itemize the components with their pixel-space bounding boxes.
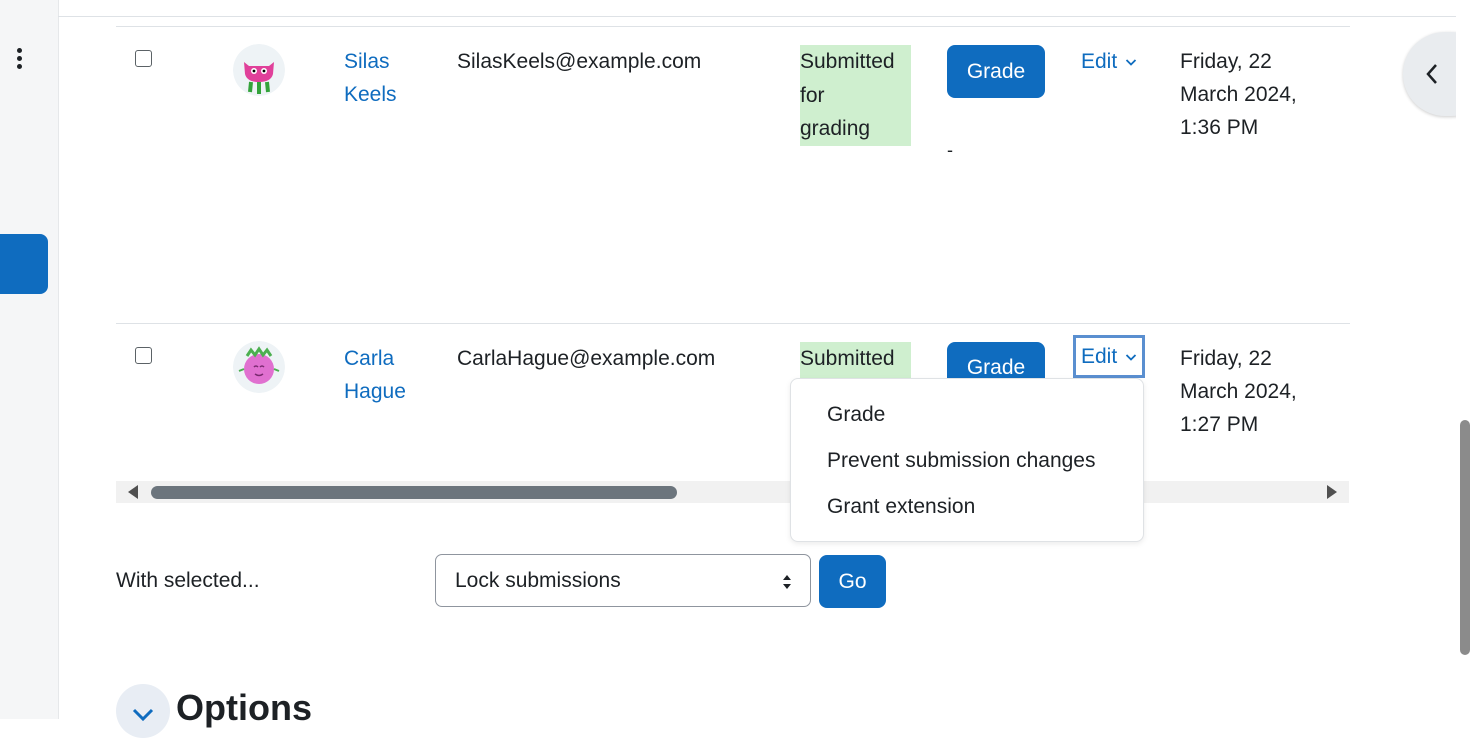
collapse-toggle[interactable]	[116, 684, 170, 738]
bulk-action-select[interactable]: Lock submissions	[435, 554, 811, 607]
table-horizontal-scrollbar[interactable]	[116, 481, 1349, 503]
first-name: Carla	[344, 347, 395, 370]
grade-button[interactable]: Grade	[947, 45, 1045, 98]
user-name-link[interactable]: Carla Hague	[344, 342, 406, 408]
edit-dropdown-menu: Grade Prevent submission changes Grant e…	[790, 378, 1144, 542]
last-modified: Friday, 22 March 2024, 1:27 PM	[1180, 342, 1297, 441]
date-line: Friday, 22	[1180, 50, 1272, 73]
last-modified: Friday, 22 March 2024, 1:36 PM	[1180, 45, 1297, 144]
row-checkbox[interactable]	[135, 50, 152, 67]
menu-item-grant-extension[interactable]: Grant extension	[827, 492, 975, 522]
last-name: Hague	[344, 380, 406, 403]
chevron-down-icon	[132, 708, 154, 722]
drawer-toggle-tab[interactable]	[0, 234, 48, 294]
status-text: for	[800, 83, 825, 107]
selected-option: Lock submissions	[455, 568, 621, 592]
scroll-thumb[interactable]	[151, 486, 677, 499]
avatar	[233, 341, 285, 393]
email: SilasKeels@example.com	[457, 50, 702, 73]
date-line: March 2024,	[1180, 380, 1297, 403]
kebab-menu-icon[interactable]	[12, 48, 26, 76]
avatar	[233, 44, 285, 96]
left-rail	[0, 0, 59, 719]
chevron-left-icon	[1426, 64, 1437, 84]
scroll-left-icon[interactable]	[128, 485, 138, 499]
section-title: Options	[176, 687, 312, 728]
date-line: 1:36 PM	[1180, 116, 1259, 139]
status-badge: Submitted for grading	[800, 45, 911, 146]
edit-menu-toggle[interactable]: Edit	[1081, 45, 1137, 78]
scroll-right-icon[interactable]	[1327, 485, 1337, 499]
status-badge: Submitted	[800, 342, 911, 378]
page-scroll-thumb[interactable]	[1460, 420, 1470, 655]
email: CarlaHague@example.com	[457, 347, 716, 370]
date-line: 1:27 PM	[1180, 413, 1259, 436]
with-selected-label: With selected...	[116, 569, 260, 592]
user-name-link[interactable]: Silas Keels	[344, 45, 397, 111]
divider	[58, 16, 1456, 17]
grade-button[interactable]: Grade	[947, 342, 1045, 379]
last-name: Keels	[344, 83, 397, 106]
chevron-down-icon	[1126, 353, 1137, 361]
edit-label: Edit	[1081, 50, 1118, 73]
edit-label: Edit	[1081, 345, 1118, 368]
edit-menu-toggle[interactable]: Edit	[1072, 335, 1146, 378]
status-text: grading	[800, 117, 871, 140]
first-name: Silas	[344, 50, 390, 73]
status-text: Submitted	[800, 50, 895, 73]
select-arrows-icon	[783, 575, 791, 589]
chevron-down-icon	[1126, 58, 1137, 66]
date-line: March 2024,	[1180, 83, 1297, 106]
row-checkbox[interactable]	[135, 347, 152, 364]
row-divider	[116, 26, 1350, 27]
menu-item-grade[interactable]: Grade	[827, 400, 885, 430]
go-button[interactable]: Go	[819, 555, 886, 608]
status-text: Submitted	[800, 347, 895, 370]
date-line: Friday, 22	[1180, 347, 1272, 370]
row-divider	[116, 323, 1350, 324]
grade-value: -	[947, 140, 953, 160]
menu-item-prevent-submission-changes[interactable]: Prevent submission changes	[827, 446, 1095, 476]
